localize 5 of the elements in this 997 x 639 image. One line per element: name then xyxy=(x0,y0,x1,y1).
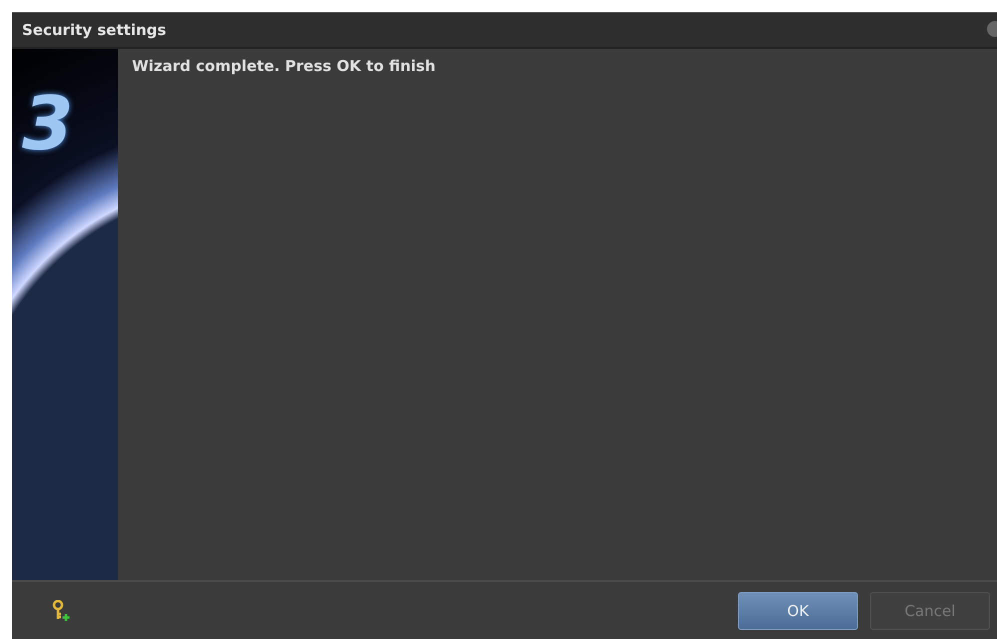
logo: 3 xyxy=(22,87,74,161)
key-add-icon[interactable] xyxy=(52,600,70,622)
window-title: Security settings xyxy=(12,13,997,49)
ok-button[interactable]: OK xyxy=(738,592,858,630)
wizard-message: Wizard complete. Press OK to finish xyxy=(132,57,437,75)
